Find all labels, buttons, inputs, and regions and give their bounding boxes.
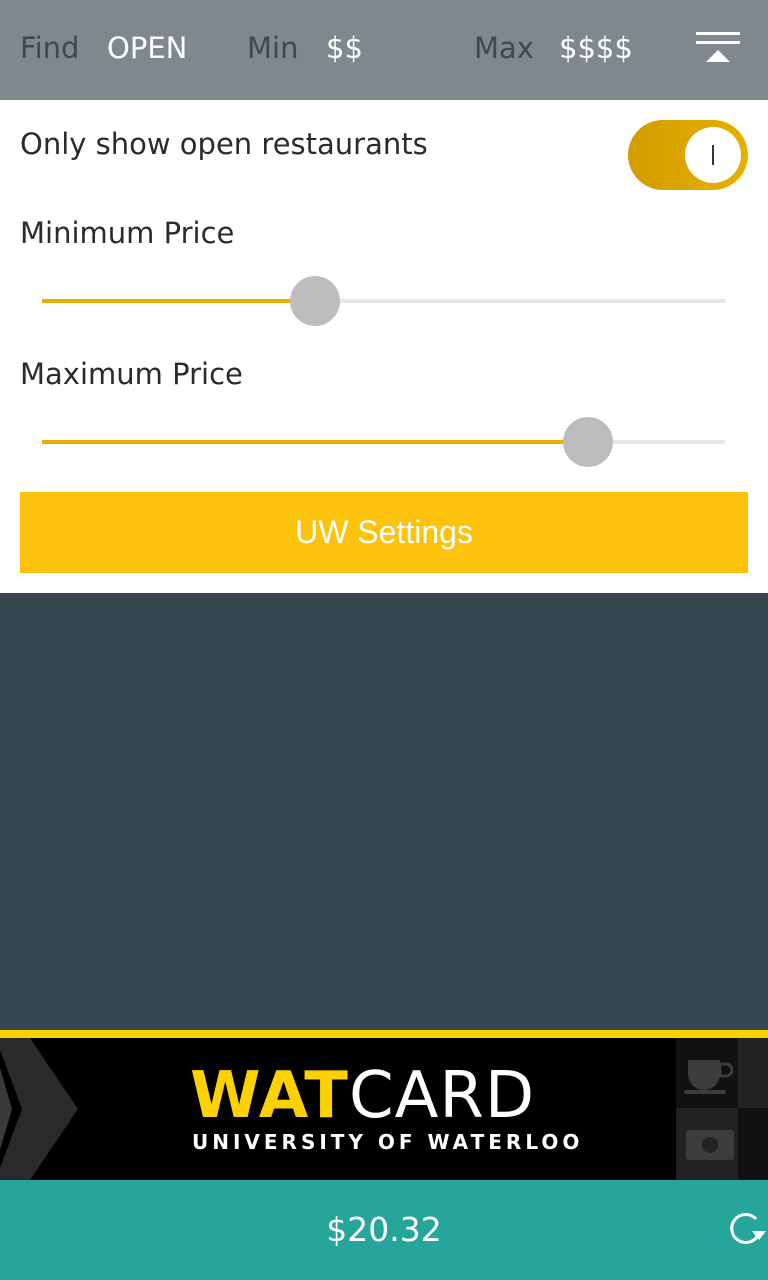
uw-settings-button[interactable]: UW Settings bbox=[20, 492, 748, 573]
min-price-slider[interactable] bbox=[42, 276, 725, 326]
collapse-button[interactable] bbox=[690, 28, 746, 72]
find-value: OPEN bbox=[107, 31, 188, 65]
balance-amount: $20.32 bbox=[326, 1210, 442, 1249]
find-label: Find bbox=[20, 31, 80, 65]
slider-fill bbox=[42, 440, 588, 444]
max-value: $$$$ bbox=[559, 31, 633, 65]
content-area bbox=[0, 593, 768, 1030]
slider-thumb[interactable] bbox=[563, 417, 613, 467]
collapse-up-icon bbox=[696, 32, 740, 62]
banner-icons bbox=[676, 1038, 768, 1180]
watcard-logo: WATCARD bbox=[190, 1059, 536, 1133]
watcard-subtitle: UNIVERSITY OF WATERLOO bbox=[192, 1130, 584, 1154]
slider-fill bbox=[42, 299, 315, 303]
refresh-button[interactable] bbox=[722, 1207, 768, 1253]
max-price-label: Maximum Price bbox=[20, 357, 243, 391]
chevron-decoration-icon bbox=[0, 1038, 78, 1180]
open-only-toggle[interactable] bbox=[628, 120, 748, 190]
max-label: Max bbox=[474, 31, 534, 65]
banner-stripe bbox=[0, 1030, 768, 1038]
min-price-label: Minimum Price bbox=[20, 216, 235, 250]
toggle-knob bbox=[685, 127, 741, 183]
balance-bar: $20.32 bbox=[0, 1180, 768, 1280]
watcard-banner: WATCARD UNIVERSITY OF WATERLOO bbox=[0, 1030, 768, 1180]
money-icon bbox=[686, 1130, 734, 1160]
open-only-label: Only show open restaurants bbox=[20, 127, 428, 161]
min-value: $$ bbox=[326, 31, 363, 65]
refresh-icon bbox=[730, 1213, 766, 1244]
max-price-slider[interactable] bbox=[42, 417, 725, 467]
filter-summary-bar: Find OPEN Min $$ Max $$$$ bbox=[0, 0, 768, 100]
slider-thumb[interactable] bbox=[290, 276, 340, 326]
min-label: Min bbox=[247, 31, 299, 65]
